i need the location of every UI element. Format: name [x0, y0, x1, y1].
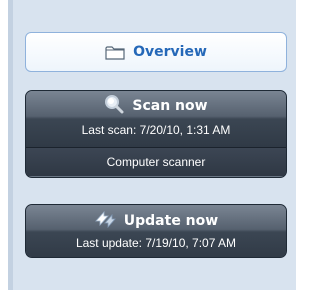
magnifier-icon: [104, 94, 124, 118]
overview-label: Overview: [133, 44, 207, 60]
overview-button[interactable]: Overview: [25, 32, 287, 72]
scan-card: Scan now Last scan: 7/20/10, 1:31 AM Com…: [25, 90, 287, 178]
computer-scanner-button[interactable]: Computer scanner: [26, 147, 286, 176]
scan-now-button[interactable]: Scan now Last scan: 7/20/10, 1:31 AM: [26, 91, 286, 147]
update-now-button[interactable]: Update now Last update: 7/19/10, 7:07 AM: [26, 205, 286, 257]
last-scan-text: Last scan: 7/20/10, 1:31 AM: [81, 123, 231, 137]
update-arrows-icon: [94, 209, 116, 233]
scan-now-label: Scan now: [132, 98, 208, 114]
computer-scanner-label: Computer scanner: [106, 155, 206, 169]
update-card: Update now Last update: 7/19/10, 7:07 AM: [25, 204, 287, 258]
last-update-text: Last update: 7/19/10, 7:07 AM: [75, 236, 237, 250]
update-now-label: Update now: [123, 213, 219, 229]
folder-icon: [105, 45, 125, 60]
